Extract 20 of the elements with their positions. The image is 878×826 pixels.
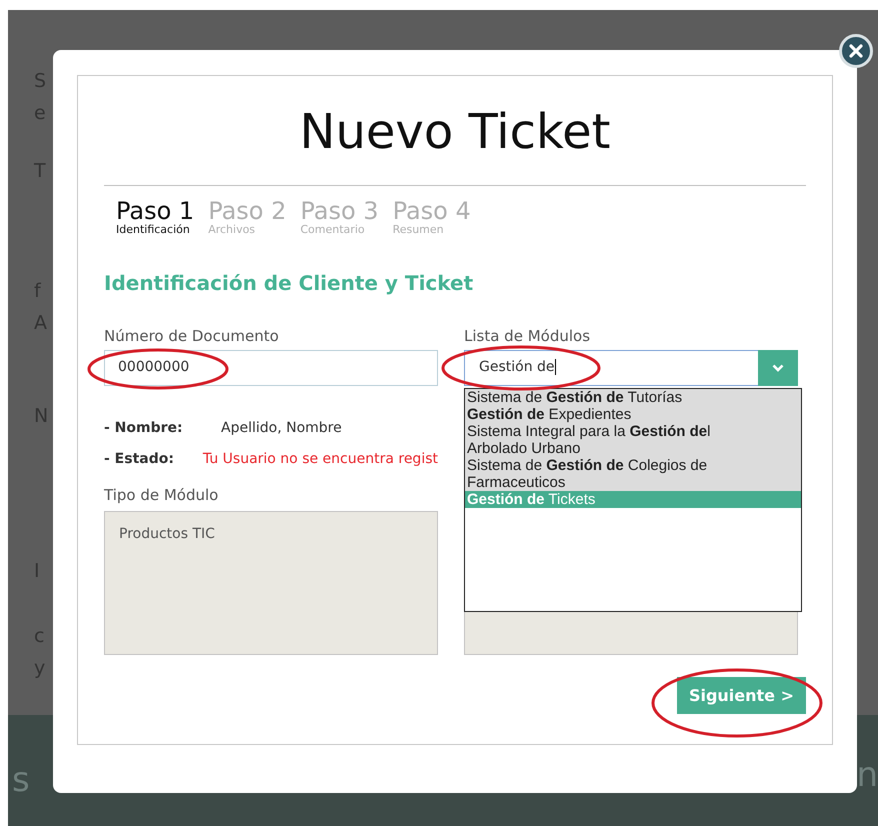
dropdown-button[interactable] (758, 350, 798, 386)
document-field[interactable]: 00000000 (104, 350, 438, 386)
field-label: Tipo de Módulo (104, 485, 220, 505)
dropdown-option[interactable]: Gestión de Expedientes (465, 406, 801, 423)
field-label: Número de Documento (104, 326, 280, 346)
close-icon (849, 44, 863, 58)
field-label: Lista de Módulos (464, 326, 592, 346)
dropdown-option[interactable]: Sistema Integral para la Gestión del Arbolado Urbano (465, 423, 801, 457)
info-label: - Estado: (104, 451, 175, 469)
info-value: Apellido, Nombre (221, 420, 342, 438)
module-type-field[interactable]: Productos TIC (104, 511, 438, 655)
info-label: - Nombre: (104, 420, 184, 438)
section-heading: Identificación de Cliente y Ticket (104, 270, 474, 296)
dropdown-option[interactable]: Sistema de Gestión de Tutorías (465, 389, 801, 406)
step-tab[interactable]: Paso 1 Identificación (116, 198, 194, 236)
dialog-title: Nuevo Ticket (298, 103, 612, 162)
info-value: Tu Usuario no se encuentra regist (202, 451, 438, 469)
chevron-icon (772, 364, 784, 372)
module-search-field[interactable]: Gestión de (464, 350, 758, 386)
dropdown-option[interactable]: Sistema de Gestión de Colegios de Farmaceuticos (465, 457, 801, 491)
